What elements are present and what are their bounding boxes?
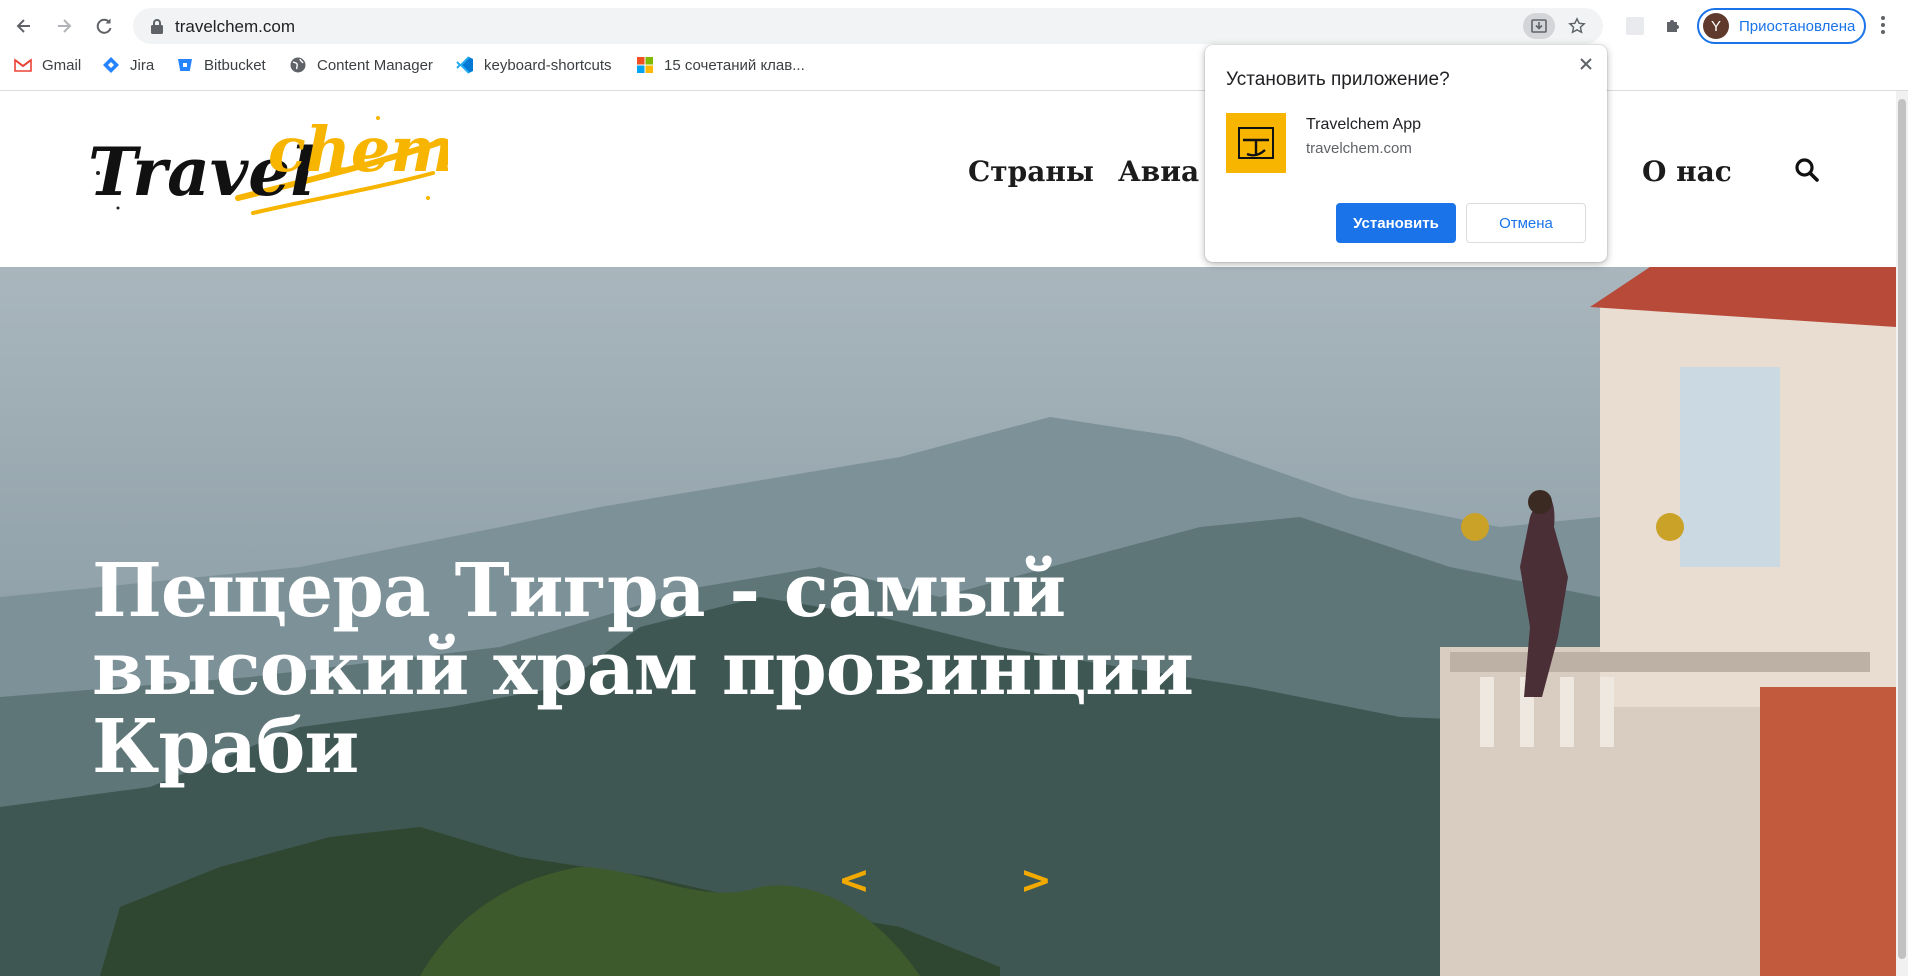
install-app-button[interactable] (1523, 13, 1555, 39)
reload-icon (96, 18, 112, 34)
profile-status-label: Приостановлена (1739, 17, 1856, 35)
nav-about[interactable]: О нас (1642, 155, 1732, 188)
reload-button[interactable] (88, 10, 120, 42)
close-icon (1580, 58, 1592, 70)
more-vert-icon (1881, 16, 1885, 34)
nav-flights[interactable]: Авиа (1118, 155, 1199, 188)
hero-slider: Пещера Тигра - самый высокий храм провин… (0, 267, 1896, 976)
slider-next-button[interactable]: > (1020, 858, 1052, 902)
scrollbar-thumb[interactable] (1898, 99, 1906, 959)
bookmark-gmail[interactable]: Gmail (14, 56, 81, 74)
browser-toolbar: travelchem.com Y Приостановлена Gmail Ji… (0, 0, 1908, 91)
extensions-button[interactable] (1663, 14, 1685, 41)
bookmarks-bar: Gmail Jira Bitbucket Content Manager key… (0, 52, 1200, 82)
profile-button[interactable]: Y Приостановлена (1697, 8, 1866, 44)
install-button[interactable]: Установить (1336, 203, 1456, 243)
cancel-button[interactable]: Отмена (1466, 203, 1586, 243)
hero-title: Пещера Тигра - самый высокий храм провин… (92, 548, 1194, 790)
back-button[interactable] (8, 10, 40, 42)
star-icon (1568, 17, 1586, 34)
bitbucket-icon (176, 56, 194, 74)
bookmark-keyboard-shortcuts[interactable]: keyboard-shortcuts (456, 56, 612, 74)
dialog-close-button[interactable] (1575, 53, 1597, 75)
logo-text-chem: chem (268, 113, 448, 186)
bookmark-content-manager[interactable]: Content Manager (289, 56, 433, 74)
bookmark-jira[interactable]: Jira (102, 56, 154, 74)
avatar: Y (1703, 13, 1729, 39)
logo-graphic: Travel chem (88, 113, 456, 215)
site-header: Travel chem Страны Авиа О нас (0, 91, 1896, 267)
bookmark-bitbucket[interactable]: Bitbucket (176, 56, 266, 74)
install-app-dialog: Установить приложение? Travelchem App tr… (1205, 45, 1607, 262)
jira-icon (102, 56, 120, 74)
arrow-left-icon (16, 19, 30, 33)
gmail-icon (14, 56, 32, 74)
slider-prev-button[interactable]: < (838, 858, 870, 902)
windows-icon (636, 56, 654, 74)
arrow-right-icon (58, 19, 72, 33)
site-search-button[interactable] (1794, 157, 1820, 188)
search-icon (1795, 158, 1819, 182)
url-text: travelchem.com (175, 17, 295, 36)
bookmark-shortcuts-article[interactable]: 15 сочетаний клав... (636, 56, 805, 74)
globe-icon (289, 56, 307, 74)
page-scrollbar[interactable] (1896, 91, 1908, 976)
extension-placeholder-icon[interactable] (1626, 17, 1644, 35)
site-logo[interactable]: Travel chem (78, 103, 456, 233)
puzzle-icon (1667, 20, 1679, 32)
dialog-title: Установить приложение? (1226, 69, 1450, 90)
app-icon (1226, 113, 1286, 173)
bookmark-star-button[interactable] (1564, 13, 1590, 39)
forward-button[interactable] (48, 10, 80, 42)
nav-countries[interactable]: Страны (968, 155, 1094, 188)
address-bar[interactable]: travelchem.com (133, 8, 1603, 44)
app-host: travelchem.com (1306, 140, 1412, 157)
travelchem-logo-icon (1238, 127, 1274, 159)
install-icon (1531, 19, 1547, 33)
app-name: Travelchem App (1306, 116, 1422, 133)
lock-icon (151, 19, 163, 34)
browser-menu-button[interactable] (1880, 14, 1900, 38)
vscode-icon (456, 56, 474, 74)
